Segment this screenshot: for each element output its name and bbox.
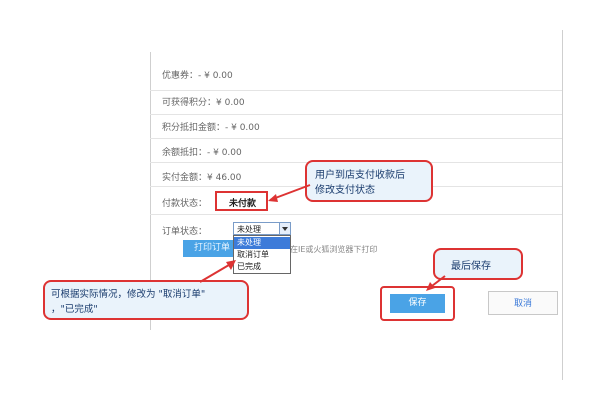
- order-status-select[interactable]: 未处理: [233, 222, 291, 235]
- option-cancel-order[interactable]: 取消订单: [234, 249, 290, 261]
- actual-amount-field: 实付金额：¥ 46.00: [162, 173, 242, 183]
- order-status-dropdown[interactable]: 未处理 取消订单 已完成: [233, 235, 291, 274]
- cancel-button[interactable]: 取消: [488, 291, 558, 315]
- points-deduct-field: 积分抵扣金额：- ¥ 0.00: [162, 123, 260, 133]
- annotation-payment-status: 用户到店支付收款后 修改支付状态: [305, 160, 433, 202]
- print-order-button[interactable]: 打印订单: [183, 240, 233, 257]
- option-completed[interactable]: 已完成: [234, 261, 290, 273]
- row-divider: [150, 90, 562, 91]
- annotation-order-status: 可根据实际情况，修改为 "取消订单" ，"已完成": [43, 280, 249, 320]
- option-unprocessed[interactable]: 未处理: [234, 237, 290, 249]
- annotation-payment-status-text: 用户到店支付收款后 修改支付状态: [315, 170, 405, 196]
- balance-deduct-field: 余额抵扣：- ¥ 0.00: [162, 148, 242, 158]
- row-divider: [150, 138, 562, 139]
- order-status-label: 订单状态：: [162, 227, 208, 237]
- row-divider: [150, 114, 562, 115]
- arrow-to-payment-status: [269, 184, 311, 201]
- arrow-head-payment: [268, 194, 278, 202]
- row-divider: [150, 214, 562, 215]
- panel-right-border: [562, 30, 563, 380]
- print-note: 在IE或火狐浏览器下打印: [290, 245, 378, 254]
- save-button[interactable]: 保存: [390, 294, 445, 313]
- annotation-save: 最后保存: [433, 248, 523, 280]
- annotation-save-text: 最后保存: [451, 261, 491, 272]
- payment-status-label: 付款状态：: [162, 199, 208, 209]
- points-earnable-field: 可获得积分：¥ 0.00: [162, 98, 245, 108]
- arrow-to-dropdown: [199, 261, 235, 283]
- annotation-arrows: [199, 184, 446, 291]
- order-status-selected: 未处理: [237, 225, 261, 234]
- chevron-down-icon[interactable]: [279, 223, 290, 234]
- payment-status-value: 未付款: [229, 199, 257, 209]
- annotation-order-status-text: 可根据实际情况，修改为 "取消订单" ，"已完成": [51, 289, 206, 315]
- coupon-field: 优惠券：- ¥ 0.00: [162, 71, 233, 81]
